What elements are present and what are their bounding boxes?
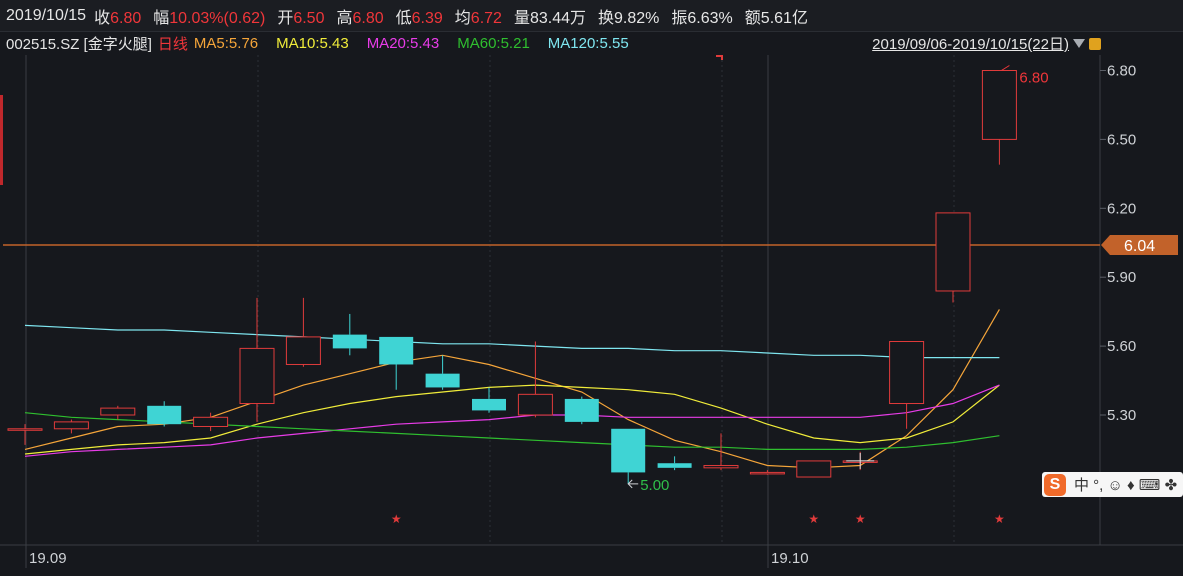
quote-field-value: 6.63% — [687, 9, 733, 27]
quote-field-label: 收 — [94, 9, 111, 27]
candle-body — [796, 460, 832, 478]
candle-body — [379, 336, 414, 365]
high-price-label: 6.80 — [1019, 70, 1048, 87]
candle-body — [7, 428, 43, 431]
quote-field-value: 6.39 — [411, 9, 443, 27]
quote-field-label: 量 — [513, 9, 530, 27]
quote-field-label: 高 — [336, 9, 353, 27]
candle-body — [611, 428, 646, 473]
candle-body — [332, 334, 367, 349]
ma-legend-item: MA120:5.55 — [547, 34, 629, 52]
candle-body — [657, 463, 692, 468]
quote-field-label: 额 — [744, 9, 761, 27]
quote-fields: 收6.80 幅10.03%(0.62) 开6.50 高6.80 低6.39 均6.72 量8… — [94, 4, 820, 28]
ma-items: MA5:5.76 MA10:5.43 MA20:5.43 MA60:5.21 MA120… — [188, 35, 629, 52]
ma-legend-item: MA5:5.76 — [193, 34, 259, 52]
y-tick-label: 5.30 — [1107, 407, 1136, 424]
lock-icon[interactable] — [1089, 37, 1101, 50]
candle-body — [147, 405, 182, 425]
date-range[interactable]: 2019/09/06-2019/10/15(22日) — [872, 33, 1101, 54]
quote-field-value: 6.80 — [110, 9, 142, 27]
candle-body — [285, 336, 321, 365]
quote-field: 额5.61亿 — [745, 10, 808, 27]
candle-body — [981, 70, 1017, 140]
quote-field: 收6.80 — [94, 10, 141, 27]
date-range-text[interactable]: 2019/09/06-2019/10/15(22日) — [872, 33, 1069, 54]
candle-body — [935, 212, 971, 292]
quote-field-label: 幅 — [153, 9, 170, 27]
quote-header: 2019/10/15 收6.80 幅10.03%(0.62) 开6.50 高6.80 低… — [0, 0, 1183, 32]
quote-field-value: 83.44万 — [529, 9, 586, 27]
y-tick-label: 5.60 — [1107, 338, 1136, 355]
quote-field-value: 6.50 — [293, 9, 325, 27]
y-tick-label: 6.20 — [1107, 200, 1136, 217]
left-edge-marker — [0, 95, 3, 185]
ma-legend-item: MA60:5.21 — [457, 34, 530, 52]
candle-body — [425, 373, 460, 388]
star-marker: ★ — [994, 512, 1005, 526]
quote-field-value: 9.82% — [614, 9, 660, 27]
candle-body — [889, 341, 925, 405]
star-marker: ★ — [808, 512, 819, 526]
ime-status[interactable]: 中 °, ☺ ♦ ⌨ ✤ — [1074, 474, 1177, 495]
star-marker: ★ — [855, 512, 866, 526]
period-label[interactable]: 日线 — [158, 33, 188, 54]
candle-body — [193, 416, 229, 427]
star-marker: ★ — [391, 512, 402, 526]
y-tick-label: 6.50 — [1107, 131, 1136, 148]
quote-field: 振6.63% — [671, 10, 732, 27]
candle-body — [703, 465, 739, 469]
quote-field-label: 振 — [671, 9, 688, 27]
candle-body — [517, 393, 553, 416]
candle-body — [749, 471, 785, 475]
quote-field: 换9.82% — [598, 10, 659, 27]
quote-field: 量83.44万 — [514, 10, 586, 27]
quote-field-value: 6.72 — [470, 9, 502, 27]
ma-legend-item: MA20:5.43 — [366, 34, 440, 52]
x-tick-label: 19.10 — [771, 550, 809, 567]
sogou-logo-icon[interactable]: S — [1044, 473, 1066, 496]
quote-field: 高6.80 — [336, 10, 383, 27]
quote-field-value: 10.03%(0.62) — [169, 9, 266, 27]
quote-field: 均6.72 — [455, 10, 502, 27]
x-tick-label: 19.09 — [29, 550, 67, 567]
candle-body — [53, 421, 89, 430]
quote-field-label: 低 — [395, 9, 412, 27]
candle-body — [100, 407, 136, 416]
candle-body — [472, 398, 506, 411]
quote-field: 低6.39 — [396, 10, 443, 27]
y-tick-label: 6.80 — [1107, 63, 1136, 80]
y-tick-label: 5.90 — [1107, 269, 1136, 286]
crosshair-price-label: 6.04 — [1124, 238, 1155, 255]
kline-chart[interactable]: 19.09 19.10 6.80 6.50 6.20 5.90 5.60 5.30 6.04 6.… — [0, 0, 1183, 576]
quote-field-label: 换 — [598, 9, 615, 27]
stock-code: 002515.SZ [金字火腿] — [6, 35, 152, 53]
dropdown-triangle-icon[interactable] — [1073, 39, 1085, 48]
ime-toolbar[interactable]: S 中 °, ☺ ♦ ⌨ ✤ — [1042, 472, 1183, 497]
quote-field-label: 开 — [277, 9, 294, 27]
candle-body — [564, 398, 599, 422]
quote-field-value: 5.61亿 — [760, 9, 808, 27]
low-price-label: 5.00 — [640, 477, 669, 494]
quote-field-label: 均 — [454, 9, 471, 27]
ma-legend-item: MA10:5.43 — [276, 34, 349, 52]
quote-field: 开6.50 — [277, 10, 324, 27]
quote-field: 幅10.03%(0.62) — [153, 10, 265, 27]
quote-field-value: 6.80 — [352, 9, 384, 27]
quote-date: 2019/10/15 — [6, 6, 87, 24]
candle-body — [239, 347, 275, 405]
